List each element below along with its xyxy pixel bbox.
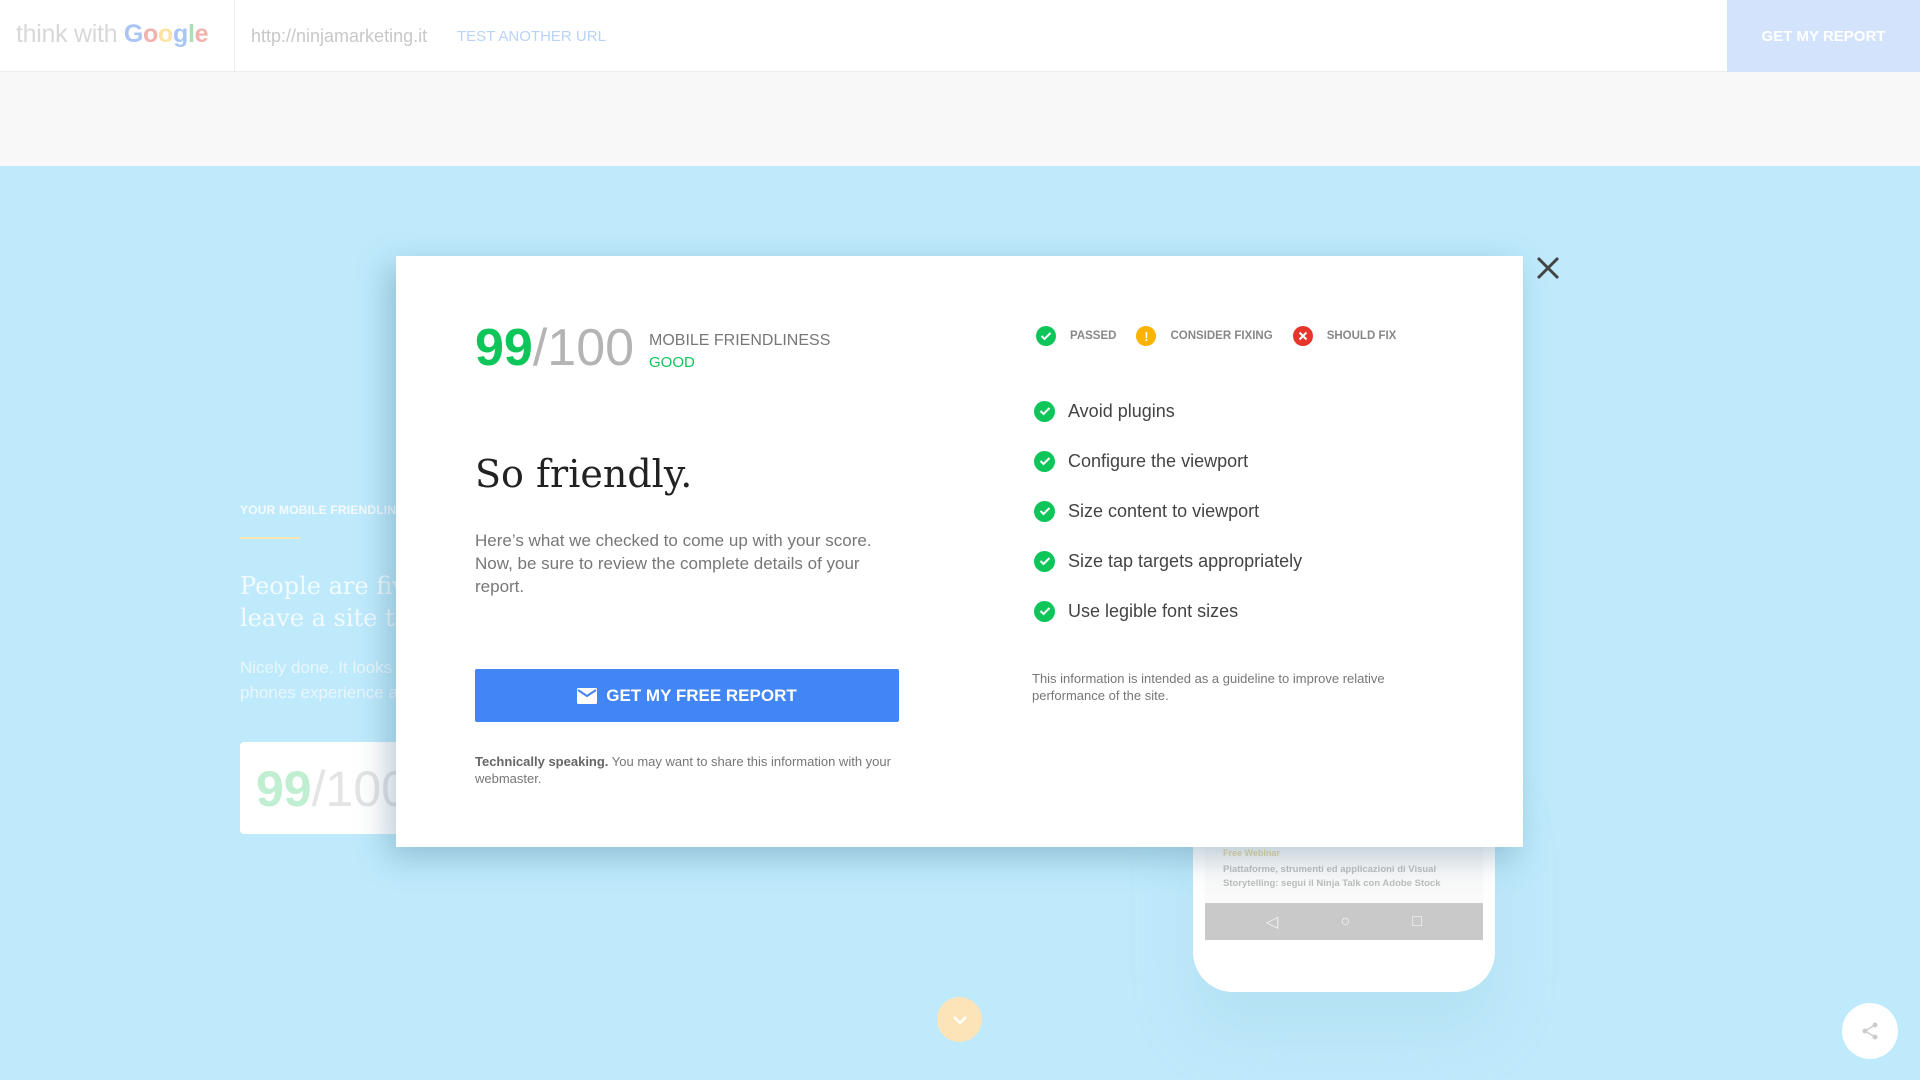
chevron-down-icon xyxy=(952,1015,967,1025)
check-label: Avoid plugins xyxy=(1068,400,1175,421)
logo-think-text: think with xyxy=(16,20,124,48)
check-icon xyxy=(1034,550,1055,572)
close-modal-button[interactable] xyxy=(1532,252,1564,284)
check-icon xyxy=(1034,600,1055,622)
metric-label: MOBILE FRIENDLINESS xyxy=(649,332,831,349)
logo-letter: G xyxy=(123,20,144,48)
check-label: Size tap targets appropriately xyxy=(1068,550,1303,571)
background-score: 99/100 xyxy=(256,760,409,818)
close-icon xyxy=(1536,256,1560,280)
get-my-report-button[interactable]: GET MY REPORT xyxy=(1727,0,1920,72)
tech-note: Technically speaking. You may want to sh… xyxy=(475,753,905,787)
score-denominator: /100 xyxy=(532,319,635,377)
results-modal: 99/100 MOBILE FRIENDLINESS GOOD So frien… xyxy=(396,256,1523,847)
check-label: Size content to viewport xyxy=(1068,500,1260,521)
legend-label: PASSED xyxy=(1070,330,1117,342)
logo-letter: g xyxy=(172,20,188,48)
header-divider xyxy=(234,0,235,72)
legend-label: SHOULD FIX xyxy=(1326,330,1397,342)
status-legend: PASSED ! CONSIDER FIXING SHOULD FIX xyxy=(1036,326,1416,346)
test-another-url-link[interactable]: TEST ANOTHER URL xyxy=(457,28,606,45)
header-band xyxy=(0,72,1920,166)
check-icon xyxy=(1036,326,1056,346)
section-underline xyxy=(240,537,300,539)
score-denominator: /100 xyxy=(311,761,409,817)
tech-note-bold: Technically speaking. xyxy=(475,754,609,769)
score-number: 99 xyxy=(475,319,533,377)
home-icon: ○ xyxy=(1340,912,1351,930)
phone-article-tag: Free Webinar xyxy=(1223,848,1280,858)
tested-url: http://ninjamarketing.it xyxy=(251,26,428,46)
logo-letter: o xyxy=(158,20,173,48)
mail-icon xyxy=(577,687,598,704)
check-item: Avoid plugins xyxy=(1034,386,1302,436)
phone-article-title: Piattaforme, strumenti ed applicazioni d… xyxy=(1223,864,1441,889)
check-icon xyxy=(1034,500,1055,522)
check-item: Configure the viewport xyxy=(1034,436,1302,486)
legend-passed: PASSED xyxy=(1036,326,1116,346)
modal-description: Here’s what we checked to come up with y… xyxy=(475,531,872,596)
check-icon xyxy=(1034,400,1055,422)
logo-google-word: Google xyxy=(123,20,209,48)
scroll-down-button[interactable] xyxy=(937,997,982,1042)
get-free-report-label: GET MY FREE REPORT xyxy=(606,685,797,705)
score-number: 99 xyxy=(256,761,312,817)
x-icon xyxy=(1292,326,1313,346)
share-icon xyxy=(1862,1022,1878,1040)
check-label: Use legible font sizes xyxy=(1068,600,1239,621)
phone-nav-bar: ◁ ○ □ xyxy=(1205,903,1483,940)
exclamation-icon: ! xyxy=(1136,326,1157,346)
modal-headline: So friendly. xyxy=(475,452,693,496)
legend-should-fix: SHOULD FIX xyxy=(1292,326,1397,346)
guideline-note: This information is intended as a guidel… xyxy=(1032,671,1385,703)
think-with-google-logo[interactable]: think with Google xyxy=(16,20,209,49)
check-icon xyxy=(1034,450,1055,472)
logo-letter: l xyxy=(187,20,195,48)
legend-label: CONSIDER FIXING xyxy=(1170,330,1273,342)
get-free-report-button[interactable]: GET MY FREE REPORT xyxy=(475,669,899,722)
recents-icon: □ xyxy=(1412,912,1422,930)
logo-letter: o xyxy=(143,20,158,48)
metric-status: GOOD xyxy=(649,354,695,371)
share-button[interactable] xyxy=(1842,1003,1898,1059)
check-label: Configure the viewport xyxy=(1068,450,1249,471)
legend-consider-fixing: ! CONSIDER FIXING xyxy=(1136,326,1273,346)
check-item: Size tap targets appropriately xyxy=(1034,536,1302,586)
check-item: Size content to viewport xyxy=(1034,486,1302,536)
back-icon: ◁ xyxy=(1266,913,1279,931)
top-header: think with Google http://ninjamarketing.… xyxy=(0,0,1920,72)
check-item: Use legible font sizes xyxy=(1034,586,1302,636)
modal-score: 99/100 xyxy=(475,322,634,374)
section-label: YOUR MOBILE FRIENDLINESS xyxy=(240,503,421,517)
check-list: Avoid plugins Configure the viewport Siz… xyxy=(1034,386,1302,636)
logo-letter: e xyxy=(194,20,209,48)
